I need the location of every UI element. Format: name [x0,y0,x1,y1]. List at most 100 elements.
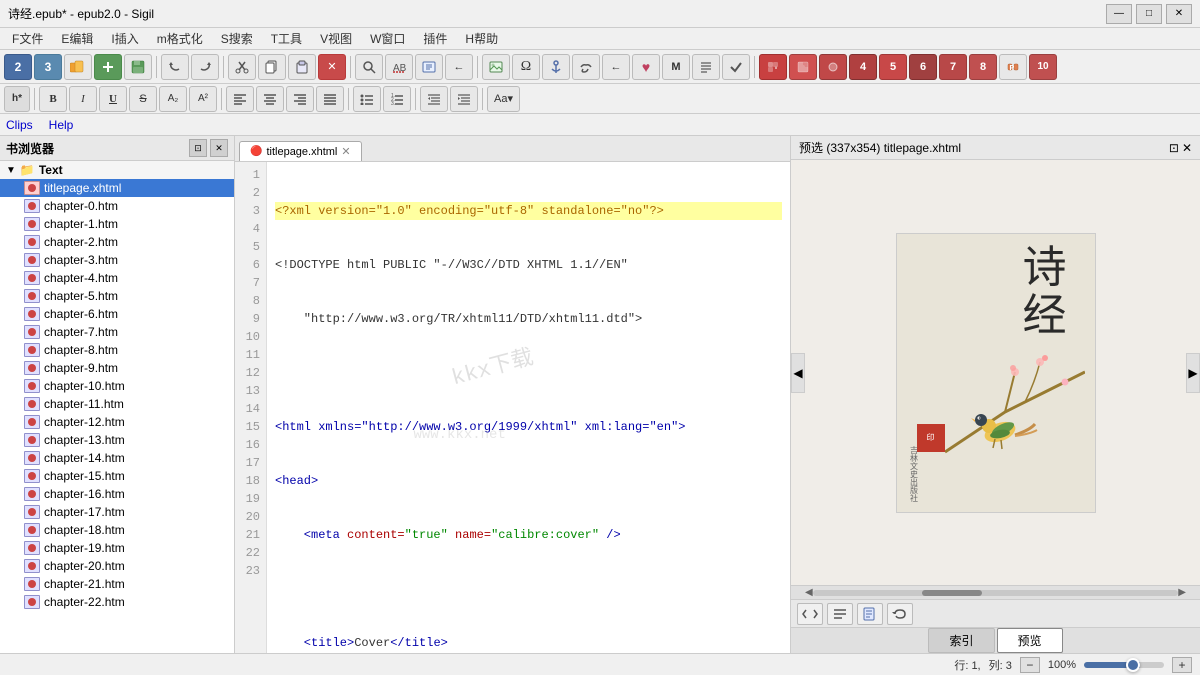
tree-item[interactable]: chapter-14.htm [0,449,234,467]
tree-item[interactable]: chapter-20.htm [0,557,234,575]
help-link[interactable]: Help [49,118,74,132]
preview-scroll-left[interactable]: ◀ [791,353,805,393]
puzzle-btn-2[interactable] [789,54,817,80]
tree-item[interactable]: chapter-7.htm [0,323,234,341]
image-insert-button[interactable] [482,54,510,80]
active-tab[interactable]: 🔴 titlepage.xhtml ✕ [239,141,362,161]
tree-item[interactable]: chapter-3.htm [0,251,234,269]
zoom-in-btn[interactable]: + [1172,657,1192,673]
align-justify-button[interactable] [316,86,344,112]
btn-3[interactable]: 3 [34,54,62,80]
copy-button[interactable] [258,54,286,80]
preview-doc-btn[interactable] [857,603,883,625]
tree-item[interactable]: chapter-15.htm [0,467,234,485]
close-btn[interactable]: ✕ [1166,4,1192,24]
omega-button[interactable]: Ω [512,54,540,80]
menu-help[interactable]: H帮助 [457,28,506,49]
preview-refresh-btn[interactable] [887,603,913,625]
num-7-btn[interactable]: 7 [939,54,967,80]
delete-button[interactable]: ✕ [318,54,346,80]
index-tab[interactable]: 索引 [928,628,994,653]
underline-button[interactable]: U [99,86,127,112]
subscript-button[interactable]: A₂ [159,86,187,112]
paste-button[interactable] [288,54,316,80]
num-5-btn[interactable]: 5 [879,54,907,80]
align-center-button[interactable] [256,86,284,112]
sidebar-close-btn[interactable]: ✕ [210,139,228,157]
meta-button[interactable] [415,54,443,80]
num-8-btn[interactable]: 8 [969,54,997,80]
tab-close-btn[interactable]: ✕ [341,145,350,158]
num-6-btn[interactable]: 6 [909,54,937,80]
minimize-btn[interactable]: — [1106,4,1132,24]
tree-item[interactable]: chapter-6.htm [0,305,234,323]
save-button[interactable] [124,54,152,80]
tree-item[interactable]: chapter-2.htm [0,233,234,251]
align-left-button[interactable] [226,86,254,112]
menu-window[interactable]: W窗口 [362,28,413,49]
preview-popout-btn[interactable]: ⊡ [1169,141,1179,155]
menu-edit[interactable]: E编辑 [53,28,101,49]
num-4-btn[interactable]: 4 [849,54,877,80]
tree-root-text[interactable]: ▼ 📁 Text [0,161,234,179]
tree-item[interactable]: chapter-13.htm [0,431,234,449]
preview-list-btn[interactable] [827,603,853,625]
tree-item[interactable]: chapter-18.htm [0,521,234,539]
checkmark-button[interactable] [722,54,750,80]
strikethrough-button[interactable]: S [129,86,157,112]
btn-2[interactable]: 2 [4,54,32,80]
puzzle-btn-3[interactable] [819,54,847,80]
prev-button[interactable]: ← [602,54,630,80]
preview-code-btn[interactable] [797,603,823,625]
tree-item[interactable]: chapter-17.htm [0,503,234,521]
tree-item[interactable]: chapter-21.htm [0,575,234,593]
tree-item[interactable]: chapter-22.htm [0,593,234,611]
scroll-track[interactable] [813,590,1179,596]
code-lines[interactable]: <?xml version="1.0" encoding="utf-8" sta… [267,162,790,653]
decrease-indent-button[interactable] [450,86,478,112]
menu-search[interactable]: S搜索 [213,28,261,49]
align-right-button[interactable] [286,86,314,112]
add-button[interactable] [94,54,122,80]
increase-indent-button[interactable] [420,86,448,112]
tree-item[interactable]: chapter-10.htm [0,377,234,395]
scroll-right-arrow[interactable]: ▶ [1178,587,1186,598]
scroll-left-arrow[interactable]: ◀ [805,587,813,598]
cut-button[interactable] [228,54,256,80]
redo-button[interactable] [191,54,219,80]
preview-close-btn[interactable]: ✕ [1182,141,1192,155]
num-10-btn[interactable]: 10 [1029,54,1057,80]
open-button[interactable] [64,54,92,80]
zoom-handle[interactable] [1126,658,1140,672]
heading-dropdown[interactable]: h* [4,86,30,112]
preview-scroll-right[interactable]: ▶ [1186,353,1200,393]
superscript-button[interactable]: A² [189,86,217,112]
tree-item[interactable]: chapter-5.htm [0,287,234,305]
menu-insert[interactable]: I插入 [103,28,146,49]
sidebar-popout-btn[interactable]: ⊡ [189,139,207,157]
code-editor[interactable]: 1234567891011121314151617181920212223 <?… [235,162,790,653]
heart-button[interactable]: ♥ [632,54,660,80]
code-area[interactable]: 1234567891011121314151617181920212223 <?… [235,162,790,653]
meta2-button[interactable]: M [662,54,690,80]
toc-button[interactable] [692,54,720,80]
menu-format[interactable]: m格式化 [149,28,211,49]
menu-view[interactable]: V视图 [312,28,360,49]
tree-item[interactable]: chapter-8.htm [0,341,234,359]
bullet-list-button[interactable] [353,86,381,112]
menu-plugins[interactable]: 插件 [415,28,455,49]
tree-item[interactable]: chapter-12.htm [0,413,234,431]
find-button[interactable] [355,54,383,80]
preview-tab[interactable]: 预览 [997,628,1063,653]
link-button[interactable] [572,54,600,80]
anchor-button[interactable] [542,54,570,80]
maximize-btn[interactable]: □ [1136,4,1162,24]
code-container[interactable]: <?xml version="1.0" encoding="utf-8" sta… [267,162,790,653]
puzzle-btn-1[interactable] [759,54,787,80]
italic-button[interactable]: I [69,86,97,112]
tree-item[interactable]: chapter-16.htm [0,485,234,503]
tree-item[interactable]: chapter-1.htm [0,215,234,233]
spell-button[interactable]: ABC [385,54,413,80]
numbered-list-button[interactable]: 1.2.3. [383,86,411,112]
bold-button[interactable]: B [39,86,67,112]
